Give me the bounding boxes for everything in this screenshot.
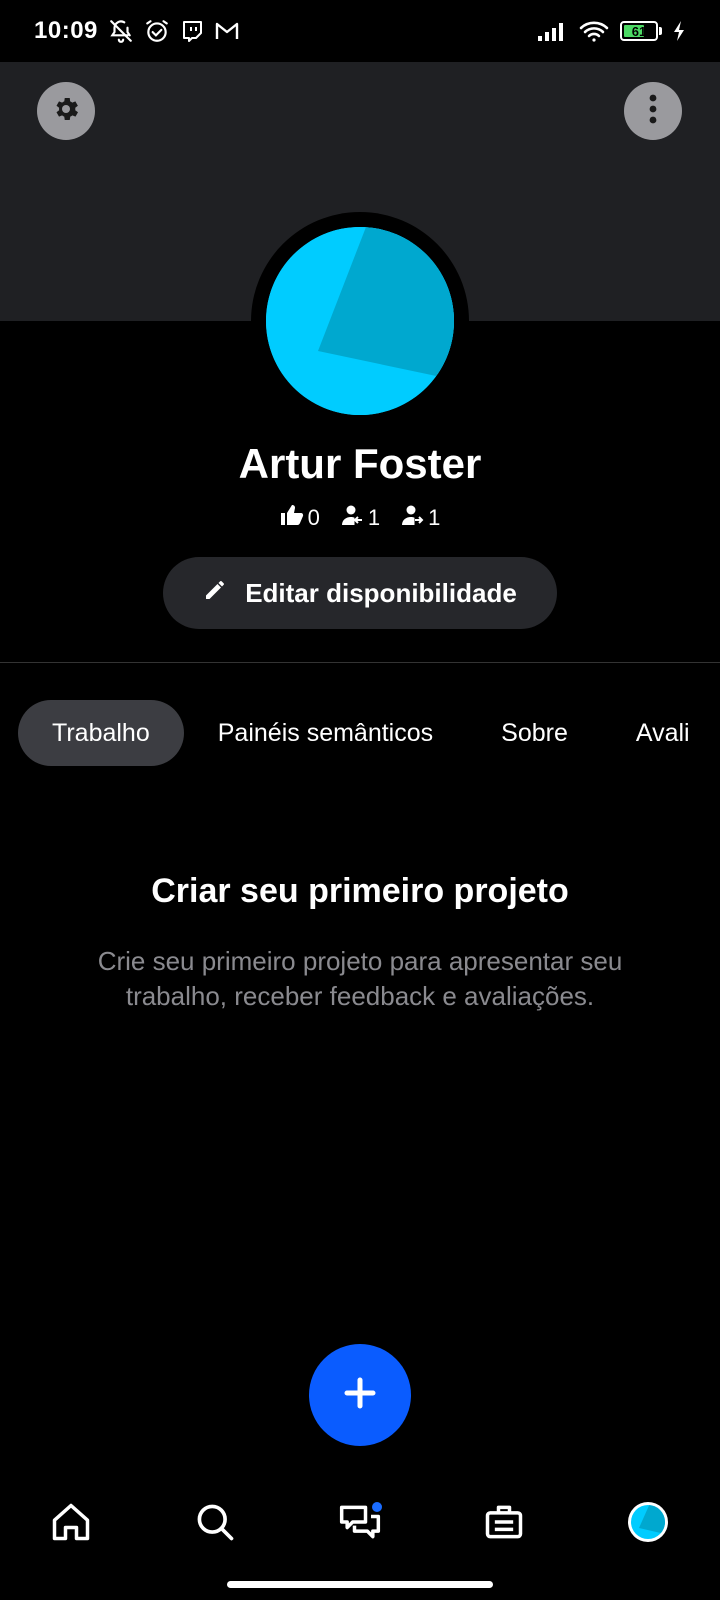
thumbs-up-icon — [280, 504, 304, 532]
signal-icon — [536, 20, 568, 42]
profile-avatar[interactable] — [266, 227, 454, 415]
create-project-button[interactable] — [309, 1344, 411, 1446]
nav-messages[interactable] — [332, 1496, 388, 1552]
nav-search[interactable] — [187, 1496, 243, 1552]
following-stat[interactable]: 1 — [400, 504, 440, 532]
clock: 10:09 — [34, 17, 98, 44]
more-options-button[interactable] — [624, 82, 682, 140]
tab-sobre[interactable]: Sobre — [467, 700, 602, 766]
status-right: 61 — [536, 19, 686, 43]
alarm-icon — [144, 18, 170, 44]
wifi-icon — [578, 19, 610, 43]
nav-profile[interactable] — [620, 1496, 676, 1552]
battery-level: 61 — [631, 23, 647, 39]
battery-icon: 61 — [620, 21, 662, 41]
section-divider — [0, 662, 720, 663]
following-icon — [400, 504, 424, 532]
nav-jobs[interactable] — [476, 1496, 532, 1552]
following-count: 1 — [428, 505, 441, 530]
notification-dot — [372, 1501, 382, 1512]
edit-availability-button[interactable]: Editar disponibilidade — [163, 557, 557, 629]
messages-icon — [338, 1500, 382, 1549]
settings-button[interactable] — [37, 82, 95, 140]
charging-icon — [672, 20, 686, 42]
twitch-icon — [180, 19, 204, 43]
followers-icon — [340, 504, 364, 532]
tab-trabalho[interactable]: Trabalho — [18, 700, 184, 766]
bottom-navigation — [0, 1468, 720, 1578]
tab-paineis-semanticos[interactable]: Painéis semânticos — [184, 700, 467, 766]
followers-count: 1 — [367, 505, 381, 530]
pencil-icon — [203, 578, 227, 609]
empty-state-title: Criar seu primeiro projeto — [151, 872, 569, 910]
likes-stat[interactable]: 0 — [280, 504, 320, 532]
profile-avatar-icon — [627, 1501, 669, 1548]
home-indicator — [227, 1581, 493, 1588]
tab-avaliacoes[interactable]: Avali — [602, 700, 720, 766]
more-vertical-icon — [648, 93, 658, 130]
home-icon — [49, 1500, 93, 1549]
profile-name: Artur Foster — [238, 440, 482, 487]
gear-icon — [51, 94, 81, 129]
profile-stats: 0 1 1 — [0, 504, 720, 532]
search-icon — [193, 1500, 237, 1549]
empty-state-description: Crie seu primeiro projeto para apresenta… — [97, 946, 623, 1011]
nav-home[interactable] — [43, 1496, 99, 1552]
profile-tabs: Trabalho Painéis semânticos Sobre Avali — [18, 700, 720, 766]
edit-availability-label: Editar disponibilidade — [245, 577, 517, 608]
status-left: 10:09 — [34, 17, 240, 45]
bell-off-icon — [108, 18, 134, 44]
profile-avatar-frame — [251, 212, 469, 430]
plus-icon — [343, 1376, 377, 1415]
briefcase-icon — [482, 1500, 526, 1549]
likes-count: 0 — [307, 505, 320, 530]
gmail-icon — [214, 20, 240, 42]
status-bar: 10:09 61 — [0, 0, 720, 62]
followers-stat[interactable]: 1 — [340, 504, 380, 532]
